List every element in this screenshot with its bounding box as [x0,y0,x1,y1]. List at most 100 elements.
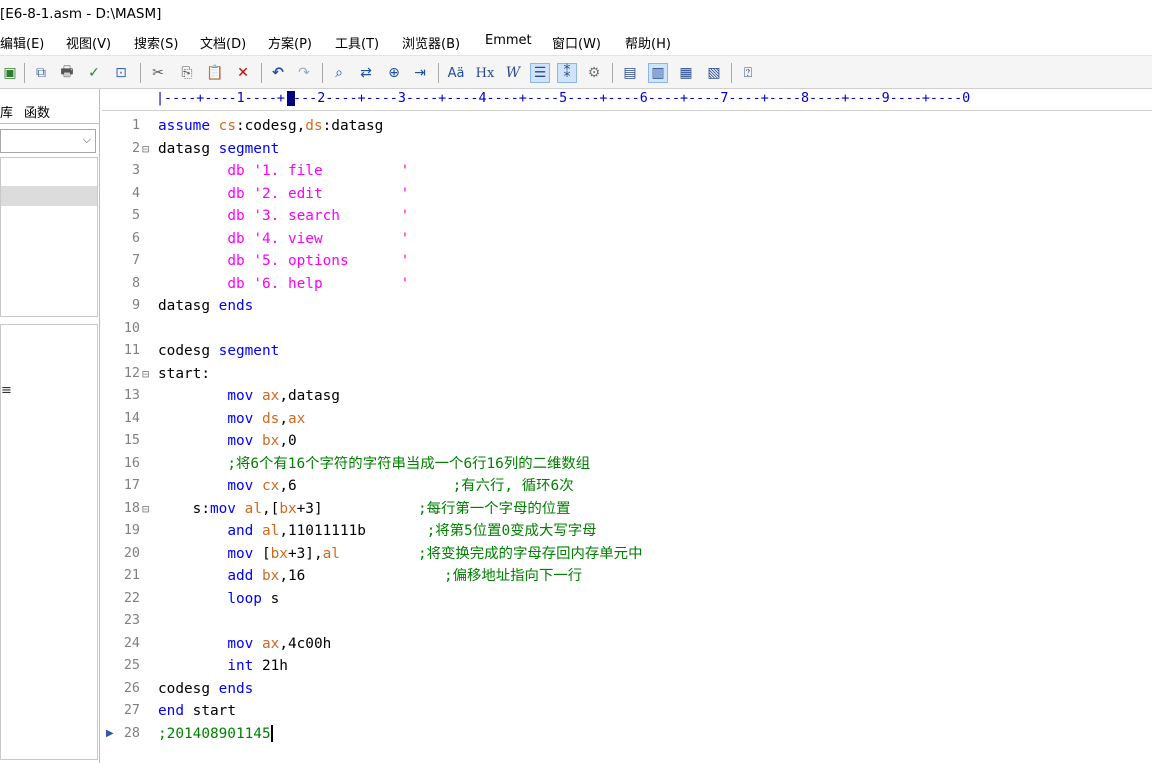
code-line[interactable]: 24 mov ax,4c00h [102,633,1152,656]
line-text[interactable]: db '6. help ' [158,273,409,295]
delete-icon[interactable]: ✕ [233,63,253,83]
code-line[interactable]: 5 db '3. search ' [102,205,1152,228]
fold-minus-icon[interactable]: ⊟ [142,363,149,385]
line-text[interactable]: start: [158,363,210,385]
line-text[interactable]: codesg segment [158,340,279,362]
line-text[interactable]: db '3. search ' [158,205,409,227]
line-text[interactable]: end start [158,700,236,722]
function-combo[interactable]: ⌵ [0,129,96,153]
word-wrap-icon[interactable]: W [503,63,523,83]
function-list[interactable] [0,157,98,317]
window-2-icon[interactable]: ▥ [648,63,668,83]
window-3-icon[interactable]: ▦ [676,63,696,83]
menu-tools[interactable]: 工具(T) [335,33,379,52]
save-icon[interactable]: ▣ [0,63,20,83]
code-line[interactable]: 13 mov ax,datasg [102,385,1152,408]
line-text[interactable]: int 21h [158,655,288,677]
goto-icon[interactable]: ⇥ [410,63,430,83]
code-line[interactable]: 27 end start [102,700,1152,723]
spellcheck-icon[interactable]: ✓ [84,63,104,83]
menu-document[interactable]: 文档(D) [200,33,246,52]
code-line[interactable]: 3 db '1. file ' [102,160,1152,183]
code-line[interactable]: 17 mov cx,6 ;有六行, 循环6次 [102,475,1152,498]
find-icon[interactable]: ⌕ [329,63,349,83]
list-item-selected[interactable] [1,186,97,206]
line-text[interactable]: ;201408901145 [158,723,273,745]
code-line[interactable]: 23 [102,610,1152,633]
code-line[interactable]: 15 mov bx,0 [102,430,1152,453]
find-in-files-icon[interactable]: ⊕ [384,63,404,83]
line-text[interactable]: and al,11011111b ;将第5位置0变成大写字母 [158,520,596,542]
line-text[interactable]: mov cx,6 ;有六行, 循环6次 [158,475,573,497]
code-line[interactable]: 14 mov ds,ax [102,408,1152,431]
undo-icon[interactable]: ↶ [268,63,288,83]
code-line[interactable]: 16 ;将6个有16个字符的字符串当成一个6行16列的二维数组 [102,453,1152,476]
line-text[interactable]: mov bx,0 [158,430,296,452]
line-text[interactable]: datasg ends [158,295,253,317]
code-line[interactable]: 20 mov [bx+3],al ;将变换完成的字母存回内存单元中 [102,543,1152,566]
code-line[interactable]: 21 add bx,16 ;偏移地址指向下一行 [102,565,1152,588]
line-text[interactable]: add bx,16 ;偏移地址指向下一行 [158,565,582,587]
code-editor[interactable]: |----+----1----+----2----+----3----+----… [102,89,1152,763]
code-line[interactable]: 12 ⊟ start: [102,363,1152,386]
line-text[interactable]: mov ds,ax [158,408,305,430]
code-line[interactable]: 2 ⊟ datasg segment [102,138,1152,161]
code-line[interactable]: 10 [102,318,1152,341]
code-line-current[interactable]: ▶ 28 ;201408901145 [102,723,1152,746]
code-line[interactable]: 22 loop s [102,588,1152,611]
heading-icon[interactable]: Hx [475,63,495,83]
menu-browser[interactable]: 浏览器(B) [402,33,460,52]
replace-icon[interactable]: ⇄ [356,63,376,83]
new-tab-icon[interactable]: ⧉ [31,63,51,83]
cut-icon[interactable]: ✂ [148,63,168,83]
code-line[interactable]: 6 db '4. view ' [102,228,1152,251]
line-text[interactable]: db '5. options ' [158,250,409,272]
line-text[interactable]: ;将6个有16个字符的字符串当成一个6行16列的二维数组 [158,453,590,475]
tab-library[interactable]: 库 [0,102,13,121]
code-line[interactable]: 25 int 21h [102,655,1152,678]
tab-functions[interactable]: 函数 [24,102,50,121]
line-text[interactable]: loop s [158,588,279,610]
code-line[interactable]: 19 and al,11011111b ;将第5位置0变成大写字母 [102,520,1152,543]
line-text[interactable]: mov ax,datasg [158,385,340,407]
code-line[interactable]: 11 codesg segment [102,340,1152,363]
menu-edit[interactable]: 编辑(E) [0,33,44,52]
menu-emmet[interactable]: Emmet [485,33,532,48]
line-text[interactable]: db '4. view ' [158,228,409,250]
fold-minus-icon[interactable]: ⊟ [142,138,149,160]
line-text[interactable]: db '1. file ' [158,160,409,182]
line-text[interactable]: mov [bx+3],al ;将变换完成的字母存回内存单元中 [158,543,642,565]
settings-icon[interactable]: ⚙ [584,63,604,83]
paste-icon[interactable]: 📋 [205,63,225,83]
fold-minus-icon[interactable]: ⊟ [142,498,149,520]
menu-help[interactable]: 帮助(H) [625,33,671,52]
code-line[interactable]: 4 db '2. edit ' [102,183,1152,206]
menu-search[interactable]: 搜索(S) [134,33,178,52]
menu-view[interactable]: 视图(V) [66,33,111,52]
font-format-icon[interactable]: Aä [446,63,466,83]
line-text[interactable]: s:mov al,[bx+3] ;每行第一个字母的位置 [158,498,571,520]
line-text[interactable]: db '2. edit ' [158,183,409,205]
code-line[interactable]: 26 codesg ends [102,678,1152,701]
line-text[interactable]: assume cs:codesg,ds:datasg [158,115,383,137]
line-numbers-icon[interactable]: ⁑ [557,63,577,83]
code-line[interactable]: 7 db '5. options ' [102,250,1152,273]
print-icon[interactable]: 🖶 [57,63,77,83]
chevron-down-icon[interactable]: ⌵ [83,133,91,147]
code-line[interactable]: 8 db '6. help ' [102,273,1152,296]
copy-icon[interactable]: ⎘ [177,63,197,83]
code-line[interactable]: 18 ⊟ s:mov al,[bx+3] ;每行第一个字母的位置 [102,498,1152,521]
code-line[interactable]: 1 assume cs:codesg,ds:datasg [102,115,1152,138]
window-1-icon[interactable]: ▤ [620,63,640,83]
line-text[interactable]: datasg segment [158,138,279,160]
preview-icon[interactable]: ⊡ [111,63,131,83]
line-text[interactable]: codesg ends [158,678,253,700]
help-pointer-icon[interactable]: ⍰ [738,63,758,83]
menu-project[interactable]: 方案(P) [268,33,312,52]
line-text[interactable]: mov ax,4c00h [158,633,331,655]
align-icon[interactable]: ☰ [530,63,550,83]
redo-icon[interactable]: ↷ [294,63,314,83]
code-line[interactable]: 9 datasg ends [102,295,1152,318]
window-4-icon[interactable]: ▧ [704,63,724,83]
menu-window[interactable]: 窗口(W) [552,33,601,52]
